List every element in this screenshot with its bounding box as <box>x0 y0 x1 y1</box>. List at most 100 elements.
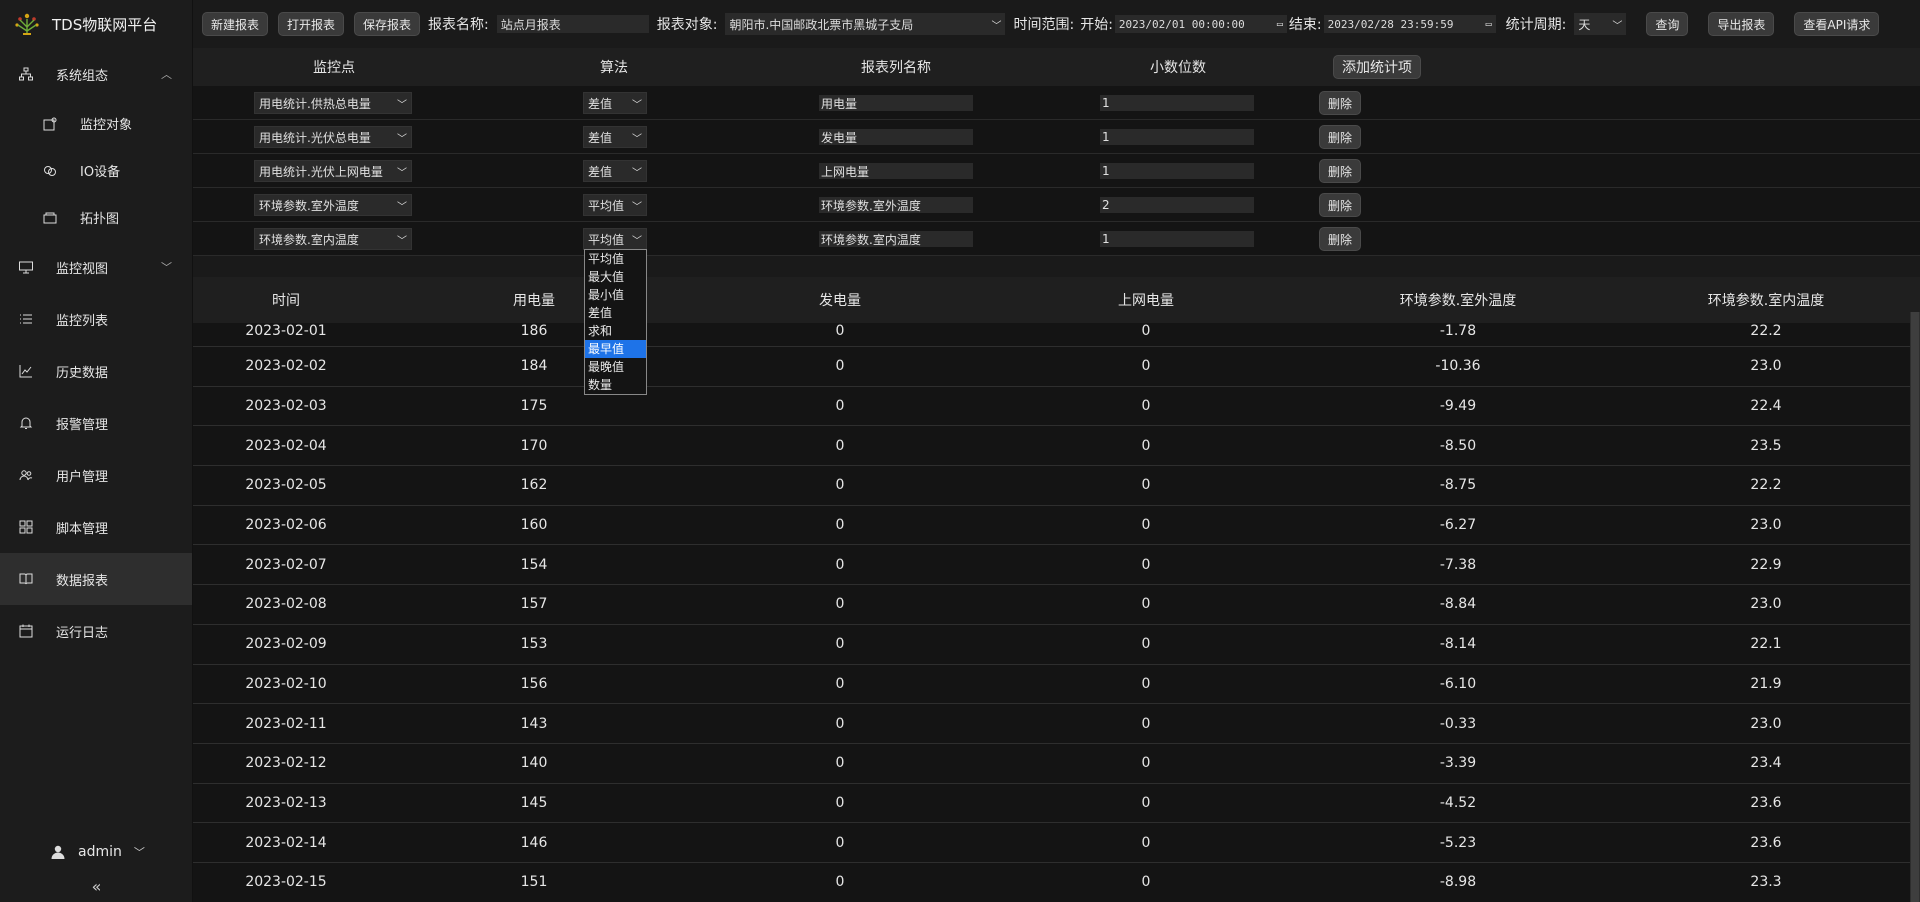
sidebar-item-label: 数据报表 <box>56 573 109 589</box>
monitor-point-value: 环境参数.室外温度 <box>259 198 359 213</box>
algorithm-value: 差值 <box>588 130 613 145</box>
monitor-point-select[interactable]: 环境参数.室外温度 ﹀ <box>254 194 412 216</box>
monitor-point-select[interactable]: 用电统计.光伏上网电量 ﹀ <box>254 160 412 182</box>
start-datetime-input[interactable]: 2023/02/01 00:00:00 ▭ <box>1114 15 1287 33</box>
sidebar-item-data-report[interactable]: 数据报表 <box>0 553 192 605</box>
delete-row-button[interactable]: 删除 <box>1319 91 1361 115</box>
header-point: 监控点 <box>313 60 355 76</box>
column-name-input[interactable]: 发电量 <box>819 129 973 145</box>
sidebar-item-run-log[interactable]: 运行日志 <box>0 605 192 657</box>
collapse-sidebar-button[interactable]: « <box>0 870 193 902</box>
table-cell: 0 <box>1141 398 1151 415</box>
decimals-input[interactable]: 1 <box>1100 231 1254 247</box>
sidebar-item-history-data[interactable]: 历史数据 <box>0 345 192 397</box>
table-cell: 22.1 <box>1750 636 1782 653</box>
algorithm-select[interactable]: 差值 ﹀ <box>583 160 647 182</box>
table-scrollbar[interactable] <box>1910 312 1920 902</box>
table-cell: 23.0 <box>1750 358 1782 375</box>
table-cell: -9.49 <box>1439 398 1477 415</box>
sidebar-item-script-manage[interactable]: 脚本管理 <box>0 501 192 553</box>
dropdown-option[interactable]: 最大值 <box>585 268 646 286</box>
column-name-input[interactable]: 环境参数.室内温度 <box>819 231 973 247</box>
user-menu[interactable]: admin ﹀ <box>0 834 193 870</box>
open-report-button[interactable]: 打开报表 <box>278 12 345 36</box>
table-cell: 156 <box>520 675 548 692</box>
algorithm-select[interactable]: 平均值 ﹀ <box>583 194 647 216</box>
table-row: 2023-02-15 151 0 0 -8.98 23.3 <box>193 863 1920 902</box>
table-cell: 2023-02-09 <box>245 636 327 653</box>
period-select[interactable]: 天 ﹀ <box>1574 13 1627 35</box>
sidebar-item-label: IO设备 <box>80 165 121 180</box>
report-target-select[interactable]: 朝阳市.中国邮政北票市黑城子支局 ﹀ <box>725 13 1006 35</box>
sidebar-item-topology[interactable]: 拓扑图 <box>0 194 192 241</box>
table-cell: 184 <box>520 358 548 375</box>
delete-row-button[interactable]: 删除 <box>1319 193 1361 217</box>
table-cell: 2023-02-07 <box>245 556 327 573</box>
monitor-point-value: 环境参数.室内温度 <box>259 232 359 247</box>
table-cell: -10.36 <box>1435 358 1481 375</box>
dropdown-option[interactable]: 求和 <box>585 322 646 340</box>
column-name-input[interactable]: 上网电量 <box>819 163 973 179</box>
dropdown-option[interactable]: 最小值 <box>585 286 646 304</box>
export-report-button[interactable]: 导出报表 <box>1708 12 1775 36</box>
column-name-input[interactable]: 环境参数.室外温度 <box>819 197 973 213</box>
save-report-button[interactable]: 保存报表 <box>354 12 421 36</box>
sidebar-item-label: 脚本管理 <box>56 521 109 537</box>
line-chart-icon <box>18 363 34 379</box>
scrollbar-thumb[interactable] <box>1911 312 1919 902</box>
end-datetime-input[interactable]: 2023/02/28 23:59:59 ▭ <box>1323 15 1496 33</box>
sidebar-item-user-manage[interactable]: 用户管理 <box>0 449 192 501</box>
sidebar-item-monitor-list[interactable]: 监控列表 <box>0 293 192 345</box>
column-name-input[interactable]: 用电量 <box>819 95 973 111</box>
delete-row-button[interactable]: 删除 <box>1319 159 1361 183</box>
sidebar-item-io-device[interactable]: IO设备 <box>0 147 192 194</box>
chevron-down-icon: ﹀ <box>397 235 407 247</box>
stat-config-panel: 监控点 算法 报表列名称 小数位数 添加统计项 用电统计.供热总电量 ﹀ 差值 ﹀ 用电… <box>193 48 1920 256</box>
sidebar-item-monitor-view[interactable]: 监控视图 ﹀ <box>0 241 192 293</box>
query-button[interactable]: 查询 <box>1646 12 1689 36</box>
table-cell: 145 <box>520 794 548 811</box>
table-cell: 140 <box>520 755 548 772</box>
topology-icon <box>42 210 58 226</box>
sidebar-item-label: 系统组态 <box>56 68 109 84</box>
period-value: 天 <box>1578 17 1591 32</box>
table-cell: 22.2 <box>1750 323 1782 339</box>
dropdown-option[interactable]: 差值 <box>585 304 646 322</box>
delete-row-button[interactable]: 删除 <box>1319 227 1361 251</box>
decimals-input[interactable]: 1 <box>1100 129 1254 145</box>
dropdown-option[interactable]: 平均值 <box>585 250 646 268</box>
sidebar-item-monitor-object[interactable]: 监控对象 <box>0 100 192 147</box>
dropdown-option[interactable]: 数量 <box>585 376 646 394</box>
table-cell: 146 <box>520 834 548 851</box>
sidebar-item-system-config[interactable]: 系统组态 ︿ <box>0 48 192 100</box>
table-row: 2023-02-07 154 0 0 -7.38 22.9 <box>193 545 1920 586</box>
decimals-input[interactable]: 1 <box>1100 95 1254 111</box>
table-cell: 0 <box>835 323 845 339</box>
table-cell: 0 <box>1141 675 1151 692</box>
algorithm-select[interactable]: 差值 ﹀ <box>583 92 647 114</box>
delete-row-button[interactable]: 删除 <box>1319 125 1361 149</box>
algorithm-select[interactable]: 平均值 ﹀ <box>583 228 647 250</box>
io-device-icon <box>42 163 58 179</box>
monitor-point-select[interactable]: 用电统计.光伏总电量 ﹀ <box>254 126 412 148</box>
view-api-request-button[interactable]: 查看API请求 <box>1794 12 1880 36</box>
monitor-point-select[interactable]: 环境参数.室内温度 ﹀ <box>254 228 412 250</box>
dropdown-option[interactable]: 最晚值 <box>585 358 646 376</box>
report-name-label: 报表名称: <box>428 17 489 33</box>
monitor-point-select[interactable]: 用电统计.供热总电量 ﹀ <box>254 92 412 114</box>
report-name-input[interactable]: 站点月报表 <box>496 15 649 33</box>
add-stat-item-button[interactable]: 添加统计项 <box>1333 55 1421 79</box>
algorithm-select[interactable]: 差值 ﹀ <box>583 126 647 148</box>
decimals-input[interactable]: 1 <box>1100 163 1254 179</box>
table-cell: 154 <box>520 556 548 573</box>
chevron-up-icon: ︿ <box>161 68 172 81</box>
dropdown-option[interactable]: 最早值 <box>585 340 646 358</box>
sidebar-item-alarm-manage[interactable]: 报警管理 <box>0 397 192 449</box>
table-row: 2023-02-02 184 0 0 -10.36 23.0 <box>193 347 1920 387</box>
table-cell: 0 <box>835 755 845 772</box>
list-icon <box>18 311 34 327</box>
table-cell: 151 <box>520 874 548 891</box>
decimals-input[interactable]: 2 <box>1100 197 1254 213</box>
table-cell: -3.39 <box>1439 755 1477 772</box>
new-report-button[interactable]: 新建报表 <box>202 12 269 36</box>
